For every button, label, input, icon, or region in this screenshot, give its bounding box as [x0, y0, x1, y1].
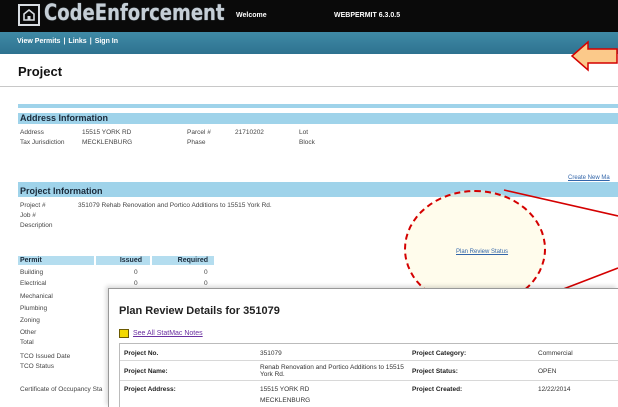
project-created-value: 12/22/2014: [538, 386, 571, 393]
certificate-occupancy-label: Certificate of Occupancy Sta: [20, 386, 103, 393]
project-no-value: 351079: [260, 350, 282, 357]
block-label: Block: [299, 139, 315, 146]
permit-row-label: Zoning: [20, 317, 40, 324]
permit-row-label: Building: [20, 269, 44, 276]
nav-links-item[interactable]: Links: [68, 38, 86, 45]
address-label: Address: [20, 129, 44, 136]
logo-icon: [18, 4, 40, 26]
project-status-label: Project Status:: [412, 368, 458, 375]
project-number-value: 351079 Rehab Renovation and Portico Addi…: [78, 202, 272, 209]
nav-links: View Permits | Links | Sign In: [17, 38, 118, 45]
page-title: Project: [18, 64, 63, 79]
nav-view-permits[interactable]: View Permits: [17, 38, 60, 45]
project-number-label: Project #: [20, 202, 46, 209]
permit-row-label: Other: [20, 329, 37, 336]
title-divider: [0, 86, 618, 87]
tax-jurisdiction-label: Tax Jurisdiction: [20, 139, 65, 146]
plan-review-status-link[interactable]: Plan Review Status: [456, 249, 508, 255]
description-label: Description: [20, 222, 53, 229]
address-value: 15515 YORK RD: [82, 129, 132, 136]
project-status-value: OPEN: [538, 368, 557, 375]
parcel-value: 21710202: [235, 129, 264, 136]
lot-label: Lot: [299, 129, 309, 136]
permit-required-value: 0: [204, 269, 208, 276]
permit-issued-value: 0: [134, 280, 138, 287]
job-number-label: Job #: [20, 212, 36, 219]
annotation-arrow-icon: [571, 40, 618, 72]
project-no-label: Project No.: [124, 350, 159, 357]
permit-row-label: Total: [20, 339, 34, 346]
permit-column-header: Permit: [18, 256, 94, 265]
nav-bar: View Permits | Links | Sign In: [0, 32, 618, 54]
required-column-header: Required: [152, 256, 214, 265]
see-all-notes-link[interactable]: See All StatMac Notes: [133, 330, 203, 337]
brand-title: CodeEnforcement: [44, 1, 225, 26]
popup-title: Plan Review Details for 351079: [119, 305, 280, 317]
project-name-label: Project Name:: [124, 368, 168, 375]
project-category-label: Project Category:: [412, 350, 467, 357]
permit-issued-value: 0: [134, 269, 138, 276]
row-divider: [120, 360, 618, 361]
permit-required-value: 0: [204, 280, 208, 287]
phase-label: Phase: [187, 139, 206, 146]
plan-review-details-popup: Plan Review Details for 351079 See All S…: [108, 288, 618, 407]
nav-separator: |: [89, 38, 92, 45]
permit-row-label: Plumbing: [20, 305, 48, 312]
project-details-table: Project No. 351079 Project Category: Com…: [119, 343, 618, 407]
tco-status-label: TCO Status: [20, 363, 54, 370]
project-category-value: Commercial: [538, 350, 573, 357]
project-address-label: Project Address:: [124, 386, 176, 393]
tco-issued-date-label: TCO Issued Date: [20, 353, 71, 360]
top-header-bar: CodeEnforcement Welcome WEBPERMIT 6.3.0.…: [0, 0, 618, 32]
project-created-label: Project Created:: [412, 386, 463, 393]
permit-row-label: Electrical: [20, 280, 47, 287]
nav-sign-in[interactable]: Sign In: [95, 38, 118, 45]
notes-icon[interactable]: [119, 329, 129, 338]
project-address-value: 15515 YORK RD: [260, 386, 310, 393]
address-section-heading: Address Information: [18, 113, 618, 124]
project-address-county: MECKLENBURG: [260, 397, 311, 404]
parcel-label: Parcel #: [187, 129, 211, 136]
project-name-value: Renab Renovation and Portico Additions t…: [260, 364, 404, 378]
tax-jurisdiction-value: MECKLENBURG: [82, 139, 133, 146]
welcome-text: Welcome: [236, 12, 267, 19]
row-divider: [120, 380, 618, 381]
issued-column-header: Issued: [96, 256, 150, 265]
section-divider: [18, 104, 618, 108]
nav-separator: |: [63, 38, 66, 45]
permit-row-label: Mechanical: [20, 293, 53, 300]
version-text: WEBPERMIT 6.3.0.5: [334, 12, 401, 19]
